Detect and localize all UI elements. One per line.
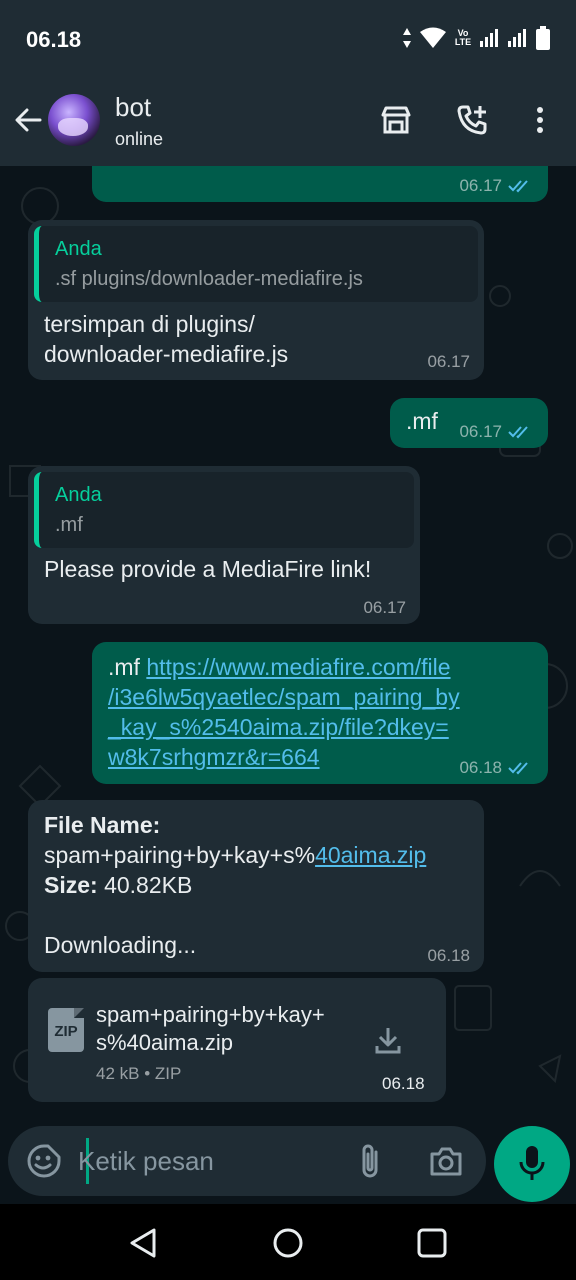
avatar[interactable] [48, 94, 100, 146]
signal-icon-2 [508, 29, 526, 47]
microphone-icon [519, 1146, 545, 1180]
system-nav-bar [0, 1204, 576, 1280]
message-bubble-outgoing[interactable]: .mf https://www.mediafire.com/file /i3e6… [92, 642, 548, 784]
quote-text: .mf [55, 514, 83, 536]
more-options-icon[interactable] [522, 102, 558, 138]
message-time: 06.17 [363, 598, 406, 617]
message-text-line: tersimpan di plugins/ [44, 311, 255, 337]
composer [0, 1126, 576, 1204]
read-ticks-icon [508, 180, 528, 193]
read-ticks-icon [508, 426, 528, 439]
file-attachment-card[interactable]: ZIP spam+pairing+by+kay+ s%40aima.zip 42… [28, 978, 446, 1102]
file-name-label: File Name: [44, 812, 161, 838]
chat-header: bot online [0, 80, 576, 166]
message-link-line: .mf https://www.mediafire.com/file [108, 652, 451, 682]
mediafire-link[interactable]: _kay_s%2540aima.zip/file?dkey= [108, 712, 449, 742]
nav-recents-icon[interactable] [415, 1226, 449, 1260]
attachment-file-name: s%40aima.zip [96, 1030, 233, 1055]
mic-button[interactable] [494, 1126, 570, 1202]
wifi-icon [420, 27, 446, 48]
nav-back-icon[interactable] [126, 1226, 160, 1260]
quoted-message[interactable]: Anda .sf plugins/downloader-mediafire.js [34, 226, 478, 302]
message-text: .mf [406, 408, 438, 434]
message-time: 06.17 [459, 422, 502, 441]
download-icon[interactable] [372, 1024, 404, 1056]
quote-text: .sf plugins/downloader-mediafire.js [55, 268, 363, 290]
message-prefix: .mf [108, 654, 147, 680]
message-bubble-incoming[interactable]: File Name: spam+pairing+by+kay+s%40aima.… [28, 800, 484, 972]
file-size-value: 40.82KB [97, 872, 193, 898]
status-icons: Vo LTE [402, 26, 550, 50]
read-ticks-icon [508, 762, 528, 775]
quote-author: Anda [55, 238, 102, 260]
camera-icon[interactable] [428, 1143, 464, 1179]
add-call-icon[interactable] [454, 102, 490, 138]
mediafire-link[interactable]: w8k7srhgmzr&r=664 [108, 742, 320, 772]
message-input[interactable] [78, 1140, 348, 1182]
message-time: 06.18 [427, 946, 470, 965]
quoted-message[interactable]: Anda .mf [34, 472, 414, 548]
file-size-line: Size: 40.82KB [44, 870, 192, 900]
nav-home-icon[interactable] [271, 1226, 305, 1260]
composer-pill [8, 1126, 486, 1196]
message-bubble-incoming[interactable]: Anda .mf Please provide a MediaFire link… [28, 466, 420, 624]
back-arrow-icon[interactable] [10, 102, 46, 138]
emoji-sticker-icon[interactable] [26, 1143, 62, 1179]
message-time: 06.18 [459, 758, 502, 777]
file-size-label: Size: [44, 872, 98, 898]
status-bar: 06.18 Vo LTE [0, 0, 576, 80]
message-time: 06.18 [382, 1074, 425, 1093]
battery-icon [536, 26, 550, 50]
chat-area[interactable]: 06.17 Anda .sf plugins/downloader-mediaf… [0, 166, 576, 1126]
quote-author: Anda [55, 484, 102, 506]
mediafire-link[interactable]: /i3e6lw5qyaetlec/spam_pairing_by [108, 682, 460, 712]
message-text: Please provide a MediaFire link! [44, 556, 372, 582]
volte-icon: Vo LTE [454, 28, 472, 47]
mediafire-link[interactable]: https://www.mediafire.com/file [146, 654, 450, 680]
signal-icon [480, 29, 498, 47]
store-icon[interactable] [378, 102, 414, 138]
message-text-line: downloader-mediafire.js [44, 341, 289, 367]
message-bubble-incoming[interactable]: Anda .sf plugins/downloader-mediafire.js… [28, 220, 484, 380]
status-time: 06.18 [26, 27, 82, 52]
message-time: 06.17 [427, 352, 470, 371]
chat-name[interactable]: bot [115, 92, 151, 123]
data-arrows-icon [403, 28, 411, 48]
attachment-meta: 42 kB • ZIP [96, 1064, 182, 1083]
chat-status: online [115, 129, 164, 149]
message-bubble-outgoing[interactable]: .mf 06.17 [390, 398, 548, 448]
file-name-value: spam+pairing+by+kay+s%40aima.zip [44, 840, 426, 870]
download-status: Downloading... [44, 932, 197, 958]
message-time: 06.17 [459, 176, 502, 195]
attachment-icon[interactable] [356, 1142, 386, 1180]
attachment-file-name: spam+pairing+by+kay+ [96, 1002, 325, 1027]
file-name-text: spam+pairing+by+kay+s% [44, 842, 316, 868]
message-bubble-outgoing[interactable]: 06.17 [92, 166, 548, 202]
zip-file-icon: ZIP [48, 1008, 84, 1052]
file-name-link[interactable]: 40aima.zip [315, 842, 426, 868]
